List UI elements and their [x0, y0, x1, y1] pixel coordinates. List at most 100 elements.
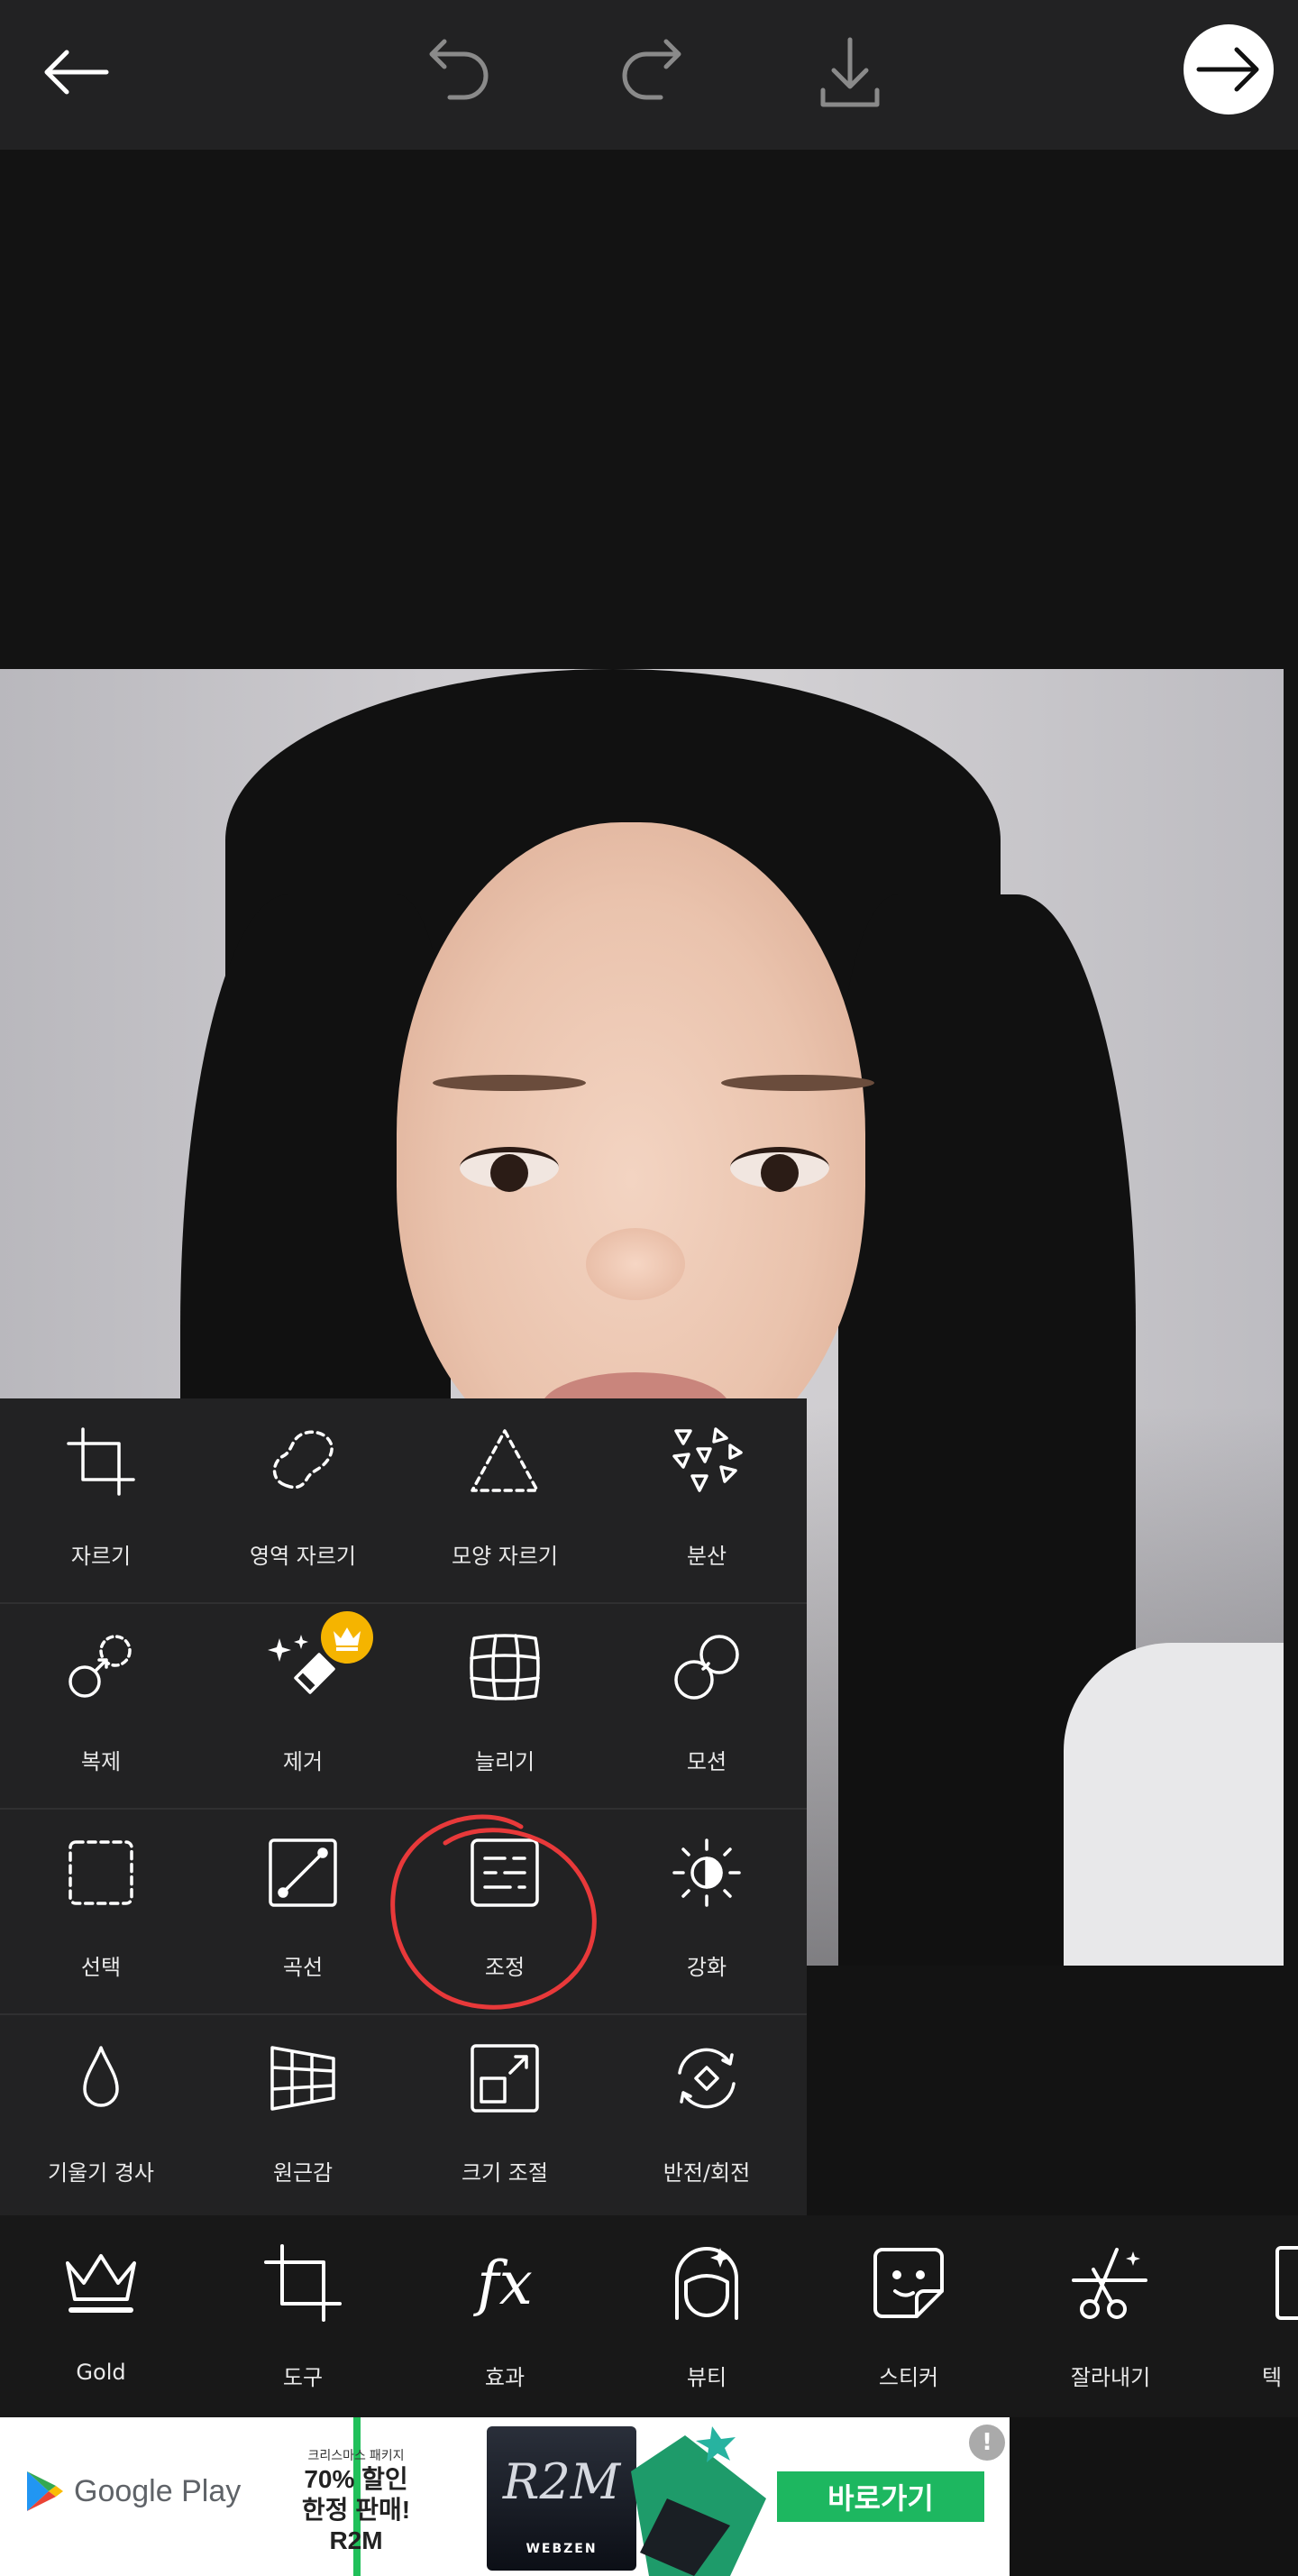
game-character-art — [631, 2426, 766, 2576]
nav-tools[interactable]: 도구 — [202, 2215, 404, 2417]
tool-motion[interactable]: 모션 — [606, 1604, 808, 1810]
flip-rotate-icon — [671, 2042, 743, 2114]
tool-row-4: 기울기 경사 원근감 크기 조절 반전/회전 — [0, 2015, 807, 2221]
tool-label: 크기 조절 — [462, 2160, 548, 2186]
adjust-icon — [469, 1837, 541, 1909]
tool-clone[interactable]: 복제 — [0, 1604, 202, 1810]
nav-text[interactable]: 텍 — [1211, 2215, 1298, 2417]
game-logo-text: R2M — [502, 2453, 621, 2510]
tool-label: 제거 — [282, 1749, 324, 1774]
cutout-scissors-icon — [1070, 2242, 1151, 2324]
curves-icon — [267, 1837, 339, 1909]
nav-sticker[interactable]: 스티커 — [808, 2215, 1010, 2417]
download-button[interactable] — [805, 27, 895, 117]
select-icon — [65, 1837, 137, 1909]
nav-label: 잘라내기 — [1070, 2365, 1151, 2390]
ad-banner[interactable]: Google Play 크리스마스 패키지 70% 할인 한정 판매! R2M … — [0, 2417, 1010, 2576]
tool-label: 조정 — [484, 1955, 526, 1980]
tool-label: 반전/회전 — [663, 2160, 751, 2186]
tool-select[interactable]: 선택 — [0, 1810, 202, 2015]
undo-button[interactable] — [410, 27, 500, 117]
tool-label: 강화 — [686, 1955, 727, 1980]
tool-dispersion[interactable]: 분산 — [606, 1398, 808, 1604]
arrow-left-icon — [44, 50, 109, 95]
tool-label: 자르기 — [70, 1544, 132, 1569]
google-play-icon — [27, 2471, 63, 2511]
redo-button[interactable] — [610, 27, 700, 117]
tool-label: 원근감 — [272, 2160, 334, 2186]
nav-label: 뷰티 — [686, 2365, 727, 2390]
enhance-icon — [671, 1837, 743, 1909]
nav-effects[interactable]: fx 효과 — [404, 2215, 606, 2417]
ad-cta-button[interactable]: 바로가기 — [777, 2471, 984, 2522]
publisher-label: WEBZEN — [526, 2542, 598, 2556]
nose — [586, 1228, 685, 1300]
tool-resize[interactable]: 크기 조절 — [404, 2015, 606, 2221]
nav-beauty[interactable]: 뷰티 — [606, 2215, 808, 2417]
redo-icon — [622, 39, 681, 100]
tool-curves[interactable]: 곡선 — [202, 1810, 404, 2015]
game-logo: R2M WEBZEN — [487, 2426, 636, 2571]
nav-label: 스티커 — [878, 2365, 939, 2390]
tool-remove[interactable]: 제거 — [202, 1604, 404, 1810]
text-icon — [1272, 2242, 1298, 2324]
crop-tool-icon — [262, 2242, 343, 2324]
right-eye — [730, 1147, 829, 1192]
ad-promo-text: 크리스마스 패키지 70% 할인 한정 판매! R2M — [270, 2446, 442, 2556]
freecrop-icon — [267, 1426, 339, 1498]
perspective-icon — [267, 2042, 339, 2114]
crown-icon — [60, 2242, 142, 2324]
premium-badge-icon — [321, 1611, 373, 1664]
motion-icon — [671, 1631, 743, 1703]
left-eyebrow — [433, 1075, 586, 1091]
download-icon — [820, 37, 880, 107]
tool-label: 늘리기 — [474, 1749, 535, 1774]
tool-crop[interactable]: 자르기 — [0, 1398, 202, 1604]
tool-label: 모션 — [686, 1749, 727, 1774]
tool-row-1: 자르기 영역 자르기 모양 자르기 분산 — [0, 1398, 807, 1604]
tool-label: 곡선 — [282, 1955, 324, 1980]
tool-label: 기울기 경사 — [47, 2160, 155, 2186]
tool-label: 선택 — [80, 1955, 122, 1980]
right-eyebrow — [721, 1075, 874, 1091]
tool-tilt-shift[interactable]: 기울기 경사 — [0, 2015, 202, 2221]
ad-info-icon[interactable]: ! — [969, 2425, 1005, 2461]
shape-crop-icon — [469, 1426, 541, 1498]
nav-gold[interactable]: Gold — [0, 2215, 202, 2417]
next-button[interactable] — [1184, 24, 1274, 115]
top-toolbar — [0, 0, 1298, 150]
tool-enhance[interactable]: 강화 — [606, 1810, 808, 2015]
clone-icon — [65, 1631, 137, 1703]
sticker-icon — [868, 2242, 949, 2324]
tool-row-3: 선택 곡선 조정 강화 — [0, 1810, 807, 2015]
dispersion-icon — [671, 1426, 743, 1498]
tilt-shift-icon — [65, 2042, 137, 2114]
promo-line-2: 한정 판매! — [301, 2496, 411, 2524]
bottom-nav: Gold 도구 fx 효과 뷰티 스티커 잘라내기 텍 — [0, 2215, 1298, 2417]
stretch-icon — [469, 1631, 541, 1703]
tool-label: 복제 — [80, 1749, 122, 1774]
tool-flip-rotate[interactable]: 반전/회전 — [606, 2015, 808, 2221]
crop-icon — [65, 1426, 137, 1498]
left-eye — [460, 1147, 559, 1192]
nav-label: 효과 — [484, 2365, 526, 2390]
shirt — [1064, 1643, 1284, 1966]
beauty-face-icon — [666, 2242, 747, 2324]
nav-cutout[interactable]: 잘라내기 — [1010, 2215, 1211, 2417]
tool-stretch[interactable]: 늘리기 — [404, 1604, 606, 1810]
tool-label: 모양 자르기 — [451, 1544, 559, 1569]
tool-shape-crop[interactable]: 모양 자르기 — [404, 1398, 606, 1604]
nav-label: 텍 — [1262, 2365, 1283, 2390]
tool-adjust[interactable]: 조정 — [404, 1810, 606, 2015]
undo-icon — [429, 39, 489, 100]
google-play-badge: Google Play — [25, 2470, 241, 2513]
promo-line-1: 70% 할인 — [304, 2465, 408, 2493]
nav-label: 도구 — [282, 2365, 324, 2390]
resize-icon — [469, 2042, 541, 2114]
back-button[interactable] — [31, 27, 121, 117]
tool-panel: 자르기 영역 자르기 모양 자르기 분산 복제 제거 늘리기 모션 선택 곡선 … — [0, 1398, 807, 2215]
arrow-right-icon — [1196, 47, 1259, 92]
tool-label: 영역 자르기 — [249, 1544, 357, 1569]
tool-freecrop[interactable]: 영역 자르기 — [202, 1398, 404, 1604]
tool-perspective[interactable]: 원근감 — [202, 2015, 404, 2221]
